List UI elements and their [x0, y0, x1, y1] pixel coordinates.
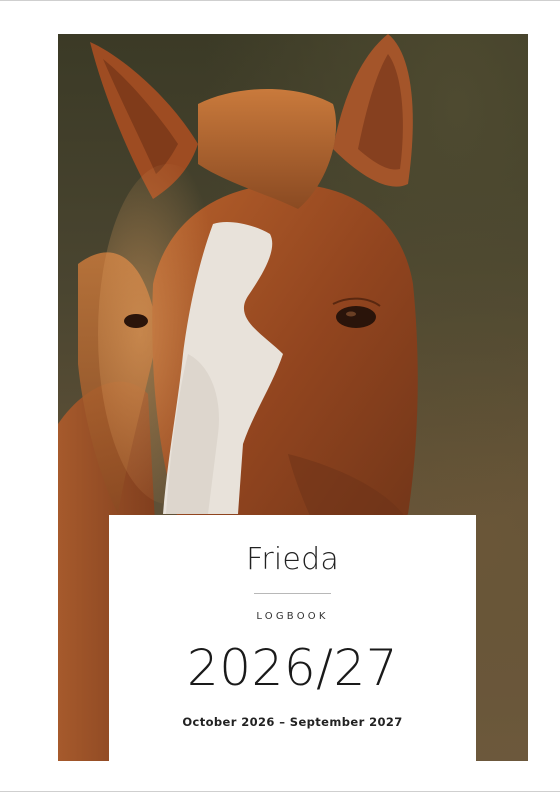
- logbook-label: LOGBOOK: [256, 611, 329, 622]
- date-range: October 2026 – September 2027: [182, 715, 403, 729]
- horse-name: Frieda: [246, 542, 339, 577]
- title-card: Frieda LOGBOOK 2026/27 October 2026 – Se…: [109, 515, 476, 761]
- season-year: 2026/27: [186, 639, 399, 697]
- title-divider: [254, 593, 331, 594]
- horse-left-eye: [124, 314, 148, 328]
- horse-right-eye: [336, 306, 376, 328]
- logbook-cover-page: Frieda LOGBOOK 2026/27 October 2026 – Se…: [0, 0, 560, 792]
